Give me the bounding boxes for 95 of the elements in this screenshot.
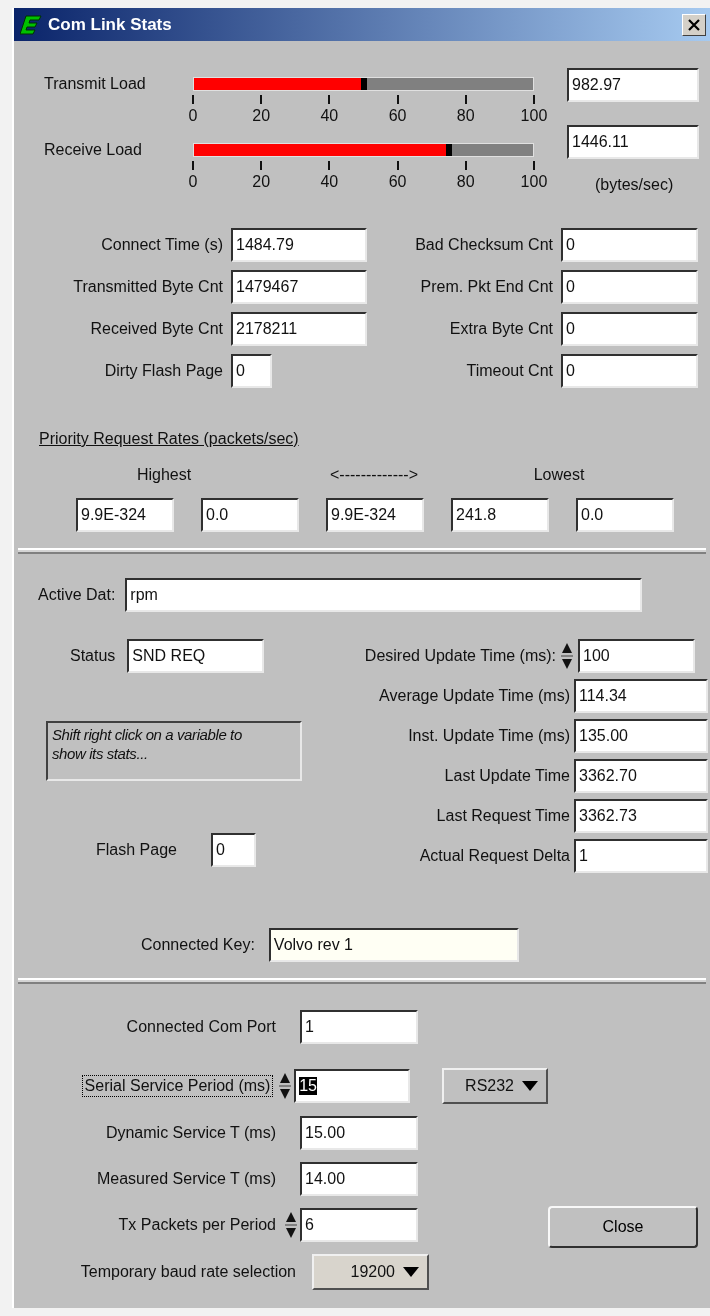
tick-label: 40 bbox=[320, 173, 339, 191]
counter-label: Extra Byte Cnt bbox=[448, 320, 553, 338]
tick-mark bbox=[328, 95, 331, 104]
field-label: Last Request Time bbox=[435, 807, 570, 825]
counter-label: Bad Checksum Cnt bbox=[414, 236, 553, 254]
tick-mark bbox=[192, 161, 194, 170]
counter-label: Transmitted Byte Cnt bbox=[72, 278, 223, 296]
counter-label: Dirty Flash Page bbox=[103, 362, 223, 380]
field-label: Active Dat: bbox=[38, 586, 116, 604]
priority-heading: Highest bbox=[135, 466, 193, 484]
field-label: Status bbox=[70, 647, 116, 665]
field-label: Average Update Time (ms) bbox=[378, 687, 570, 705]
tick-label: 40 bbox=[320, 107, 339, 125]
counter-field[interactable]: 0 bbox=[231, 354, 272, 388]
tick-label: 20 bbox=[252, 107, 271, 125]
priority-heading: <-------------> bbox=[329, 466, 419, 484]
field-label: Last Update Time bbox=[443, 767, 570, 785]
counter-label: Received Byte Cnt bbox=[89, 320, 223, 338]
close-button[interactable] bbox=[682, 13, 706, 36]
counter-field[interactable]: 0 bbox=[561, 312, 698, 346]
counter-label: Connect Time (s) bbox=[100, 236, 223, 254]
timing-field[interactable]: 3362.70 bbox=[574, 759, 708, 793]
rate-field[interactable]: 982.97 bbox=[567, 68, 699, 102]
rate-field[interactable]: 0.0 bbox=[576, 498, 674, 532]
interface-dropdown[interactable]: RS232 bbox=[441, 1068, 548, 1104]
rate-field[interactable]: 0.0 bbox=[201, 498, 299, 532]
counter-label: Prem. Pkt End Cnt bbox=[419, 278, 553, 296]
tick-mark bbox=[464, 95, 467, 104]
tick-mark bbox=[532, 95, 535, 104]
rate-field[interactable]: 241.8 bbox=[451, 498, 549, 532]
field-label: Dynamic Service T (ms) bbox=[104, 1123, 277, 1143]
timing-field[interactable]: 100 bbox=[578, 639, 695, 673]
tick-label: 20 bbox=[252, 173, 271, 191]
tick-label: 0 bbox=[188, 107, 198, 125]
tick-label: 100 bbox=[520, 173, 548, 191]
hint-text: Shift right click on a variable to show its stats... bbox=[46, 721, 302, 781]
port-field[interactable]: 15.00 bbox=[300, 1116, 418, 1150]
close-icon bbox=[688, 18, 700, 31]
timing-field[interactable]: 3362.73 bbox=[574, 799, 708, 833]
caret-icon bbox=[522, 1081, 538, 1091]
field-label: Connected Key: bbox=[141, 936, 255, 954]
counter-label: Timeout Cnt bbox=[465, 362, 553, 380]
field-label: Tx Packets per Period bbox=[117, 1215, 277, 1235]
tick-label: 100 bbox=[520, 107, 548, 125]
gauge-label: Transmit Load bbox=[43, 75, 147, 93]
field-label: Flash Page bbox=[96, 841, 177, 859]
field-label: Temporary baud rate selection bbox=[79, 1263, 296, 1281]
tick-label: 60 bbox=[388, 107, 407, 125]
counter-field[interactable]: 1479467 bbox=[231, 270, 367, 304]
field-label: Desired Update Time (ms): bbox=[363, 647, 556, 665]
close-button[interactable]: Close bbox=[548, 1206, 698, 1248]
rate-field[interactable]: 9.9E-324 bbox=[326, 498, 424, 532]
tick-mark bbox=[396, 161, 399, 170]
logo-icon bbox=[20, 14, 42, 35]
caret-icon bbox=[403, 1267, 419, 1277]
rate-field[interactable]: 1446.11 bbox=[567, 125, 699, 159]
counter-field[interactable]: 1484.79 bbox=[231, 228, 367, 262]
port-field[interactable]: 14.00 bbox=[300, 1162, 418, 1196]
field-label: Actual Request Delta bbox=[418, 847, 570, 865]
tick-mark bbox=[260, 95, 263, 104]
priority-heading: Lowest bbox=[532, 466, 586, 484]
port-field[interactable]: 15 bbox=[294, 1069, 410, 1103]
field-label: Measured Service T (ms) bbox=[96, 1169, 277, 1189]
timing-field[interactable]: 135.00 bbox=[574, 719, 708, 753]
units-label: (bytes/sec) bbox=[595, 176, 675, 195]
tick-label: 60 bbox=[388, 173, 407, 191]
field-label: Inst. Update Time (ms) bbox=[407, 727, 570, 745]
field-label: Connected Com Port bbox=[125, 1017, 277, 1037]
gauge-label: Receive Load bbox=[43, 141, 143, 159]
tick-label: 80 bbox=[456, 107, 475, 125]
port-field[interactable]: 6 bbox=[300, 1208, 418, 1242]
active-dat-field[interactable]: rpm bbox=[125, 578, 643, 612]
field-label: Serial Service Period (ms) bbox=[82, 1076, 273, 1096]
timing-field[interactable]: 1 bbox=[574, 839, 708, 873]
baud-dropdown[interactable]: 19200 bbox=[312, 1254, 429, 1290]
counter-field[interactable]: 0 bbox=[561, 354, 698, 388]
tick-mark bbox=[260, 161, 263, 170]
tick-mark bbox=[396, 95, 399, 104]
flash-page-field[interactable]: 0 bbox=[210, 833, 256, 867]
port-field[interactable]: 1 bbox=[300, 1010, 418, 1044]
counter-field[interactable]: 2178211 bbox=[231, 312, 367, 346]
tick-label: 0 bbox=[188, 173, 198, 191]
timing-field[interactable]: 114.34 bbox=[574, 679, 708, 713]
window-title: Com Link Stats bbox=[48, 14, 173, 35]
connected-key-field[interactable]: Volvo rev 1 bbox=[268, 928, 519, 962]
tick-mark bbox=[464, 161, 467, 170]
tick-mark bbox=[328, 161, 331, 170]
rate-field[interactable]: 9.9E-324 bbox=[76, 498, 174, 532]
section-heading: Priority Request Rates (packets/sec) bbox=[39, 430, 299, 448]
counter-field[interactable]: 0 bbox=[561, 228, 698, 262]
tick-mark bbox=[532, 161, 535, 170]
status-field[interactable]: SND REQ bbox=[127, 639, 265, 673]
tick-label: 80 bbox=[456, 173, 475, 191]
counter-field[interactable]: 0 bbox=[561, 270, 698, 304]
tick-mark bbox=[192, 95, 194, 104]
